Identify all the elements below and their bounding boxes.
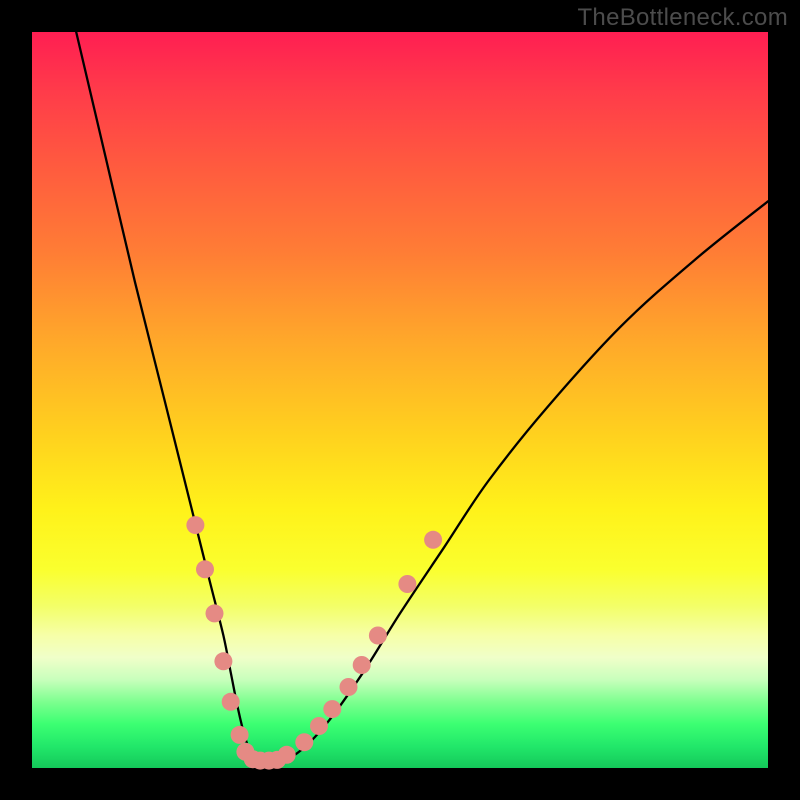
watermark-text: TheBottleneck.com bbox=[577, 4, 788, 32]
curve-marker bbox=[323, 700, 341, 718]
curve-marker bbox=[214, 652, 232, 670]
curve-marker bbox=[186, 516, 204, 534]
chart-frame: TheBottleneck.com bbox=[0, 0, 800, 800]
curve-marker bbox=[222, 693, 240, 711]
chart-plot-area bbox=[32, 32, 768, 768]
curve-marker bbox=[196, 560, 214, 578]
curve-marker bbox=[340, 678, 358, 696]
curve-marker bbox=[310, 717, 328, 735]
curve-marker bbox=[353, 656, 371, 674]
curve-marker bbox=[278, 746, 296, 764]
curve-marker bbox=[398, 575, 416, 593]
curve-marker bbox=[295, 733, 313, 751]
curve-marker bbox=[231, 726, 249, 744]
chart-svg bbox=[32, 32, 768, 768]
curve-marker bbox=[424, 531, 442, 549]
curve-marker bbox=[206, 604, 224, 622]
bottleneck-curve bbox=[76, 32, 768, 761]
curve-marker bbox=[369, 627, 387, 645]
